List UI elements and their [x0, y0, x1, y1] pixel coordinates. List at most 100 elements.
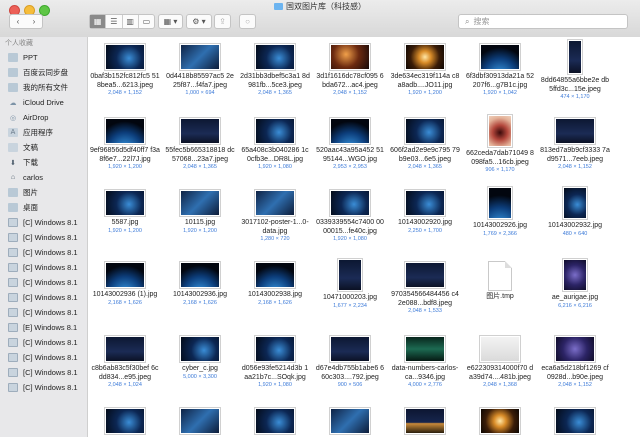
file-item[interactable]: 6f3dbf30913da21a 52207f6...g7B1c.jpg 1,92… — [465, 39, 535, 97]
sidebar-item[interactable]: [C] Windows 8.1 — [0, 290, 87, 305]
file-item[interactable]: 55fec5b665318818 dc57068...23a7.jpeg 2,04… — [165, 113, 235, 171]
file-item[interactable]: 3de634ec319f114a c8a8adb....JO11.jpg 1,92… — [390, 39, 460, 97]
file-name: 10143002936 (1).jpg — [92, 291, 158, 298]
file-name: 9ef96856d5df40ff7 f3a8f6e7...22l7J.jpg — [90, 147, 160, 163]
file-item[interactable]: 3017102-poster-1...0-data.jpg 1,280 × 720 — [240, 185, 310, 243]
column-view-button[interactable]: ▥ — [123, 15, 139, 28]
file-item[interactable] — [90, 403, 160, 435]
icon-view-button[interactable]: ▦ — [90, 15, 107, 28]
file-item[interactable]: 970354566484456 c42e088...bdf8.jpeg 2,048… — [390, 257, 460, 315]
sidebar-item[interactable]: [C] Windows 8.1 — [0, 350, 87, 365]
file-item[interactable]: ae_aurigae.jpg 6,216 × 6,216 — [540, 257, 610, 310]
file-thumbnail — [179, 189, 221, 217]
sidebar-item[interactable]: ☁ iCloud Drive — [0, 95, 87, 110]
sidebar-item[interactable]: [C] Windows 8.1 — [0, 305, 87, 320]
file-item[interactable]: 2d31bb3dbef5c3a1 8d981fb...5ce3.jpeg 2,04… — [240, 39, 310, 97]
file-item[interactable]: e622309314000f70 da39d74....481b.jpeg 2,0… — [465, 331, 535, 389]
file-item[interactable]: eca6a5d218bf1269 cf0928d...b90e.jpeg 2,04… — [540, 331, 610, 389]
window-title: 国双图片库（科技感） — [0, 2, 640, 12]
file-thumbnail — [337, 258, 363, 292]
file-item[interactable]: 0339339554c7400 0000015...fe40c.jpg 1,920… — [315, 185, 385, 243]
file-name: 0d4418b85597ac5 2e25f87...f4fa7.jpeg — [166, 73, 234, 89]
sidebar-item-label: [C] Windows 8.1 — [23, 218, 78, 227]
list-view-button[interactable]: ☰ — [106, 15, 123, 28]
arrange-button[interactable]: ▦ ▾ — [158, 14, 183, 29]
file-item[interactable] — [240, 403, 310, 435]
file-dimensions: 2,048 × 1,152 — [333, 90, 367, 96]
file-item[interactable]: 10143002938.jpg 2,168 × 1,626 — [240, 257, 310, 307]
file-item[interactable]: 8dd64855a6bbe2e db5ffd3c...15e.jpeg 474 ×… — [540, 39, 610, 101]
file-item[interactable]: 5587.jpg 1,920 × 1,200 — [90, 185, 160, 235]
file-name: e622309314000f70 da39d74....481b.jpeg — [466, 365, 534, 381]
file-item[interactable]: c8b6ab83c5f30bef 6cdd834...e95.jpeg 2,048… — [90, 331, 160, 389]
file-item[interactable]: 图片.tmp — [465, 257, 535, 302]
search-placeholder: 搜索 — [473, 17, 490, 26]
file-item[interactable]: 10143002926.jpg 1,769 × 2,366 — [465, 185, 535, 238]
sidebar-item[interactable]: PPT — [0, 50, 87, 65]
file-item[interactable]: 65a408c3b040286 1c0cfb3e...DR8L.jpg 1,920… — [240, 113, 310, 171]
file-thumbnail — [179, 407, 221, 435]
file-item[interactable]: 606f2ad2e9e9c795 79b9e03...6e5.jpeg 2,048… — [390, 113, 460, 171]
file-item[interactable]: 9ef96856d5df40ff7 f3a8f6e7...22l7J.jpg 1,… — [90, 113, 160, 171]
file-item[interactable]: cyber_c.jpg 5,000 × 3,300 — [165, 331, 235, 381]
file-name: 10143002936.jpg — [172, 291, 228, 298]
sidebar-item[interactable]: 我的所有文件 — [0, 80, 87, 95]
file-item[interactable] — [465, 403, 535, 435]
tag-button[interactable]: ○ — [239, 14, 256, 29]
sidebar-item[interactable]: [C] Windows 8.1 — [0, 275, 87, 290]
sidebar-item[interactable]: ⬇ 下载 — [0, 155, 87, 170]
file-item[interactable]: d67e4db755b1abe6 660c303....792.jpeg 900 … — [315, 331, 385, 389]
sidebar-item[interactable]: [C] Windows 8.1 — [0, 260, 87, 275]
file-name: 8dd64855a6bbe2e db5ffd3c...15e.jpeg — [540, 77, 610, 93]
file-item[interactable] — [315, 403, 385, 435]
sidebar-item[interactable]: [E] Windows 8.1 — [0, 320, 87, 335]
file-item[interactable]: 10471000203.jpg 1,677 × 2,234 — [315, 257, 385, 310]
sidebar-item[interactable]: [C] Windows 8.1 — [0, 365, 87, 380]
file-item[interactable] — [540, 403, 610, 435]
file-item[interactable]: data-numbers-carlos-ca...9346.jpg 4,000 ×… — [390, 331, 460, 389]
sidebar-item[interactable]: [C] Windows 8.1 — [0, 215, 87, 230]
file-item[interactable]: 10143002920.jpg 2,250 × 1,700 — [390, 185, 460, 235]
file-dimensions: 474 × 1,170 — [560, 94, 590, 100]
file-item[interactable]: 10115.jpg 1,920 × 1,200 — [165, 185, 235, 235]
sidebar-item[interactable]: ◎ AirDrop — [0, 110, 87, 125]
sidebar-item[interactable]: 图片 — [0, 185, 87, 200]
disk-icon — [8, 278, 18, 287]
back-button[interactable]: ‹ — [10, 17, 26, 26]
file-item[interactable]: 0baf3b152fc812fc5 518bea5...6213.jpeg 2,0… — [90, 39, 160, 97]
file-thumbnail — [404, 335, 446, 363]
file-item[interactable]: 0d4418b85597ac5 2e25f87...f4fa7.jpeg 1,00… — [165, 39, 235, 97]
share-button[interactable]: ⇪ — [214, 14, 231, 29]
file-name: data-numbers-carlos-ca...9346.jpg — [391, 365, 459, 381]
file-name: 2d31bb3dbef5c3a1 8d981fb...5ce3.jpeg — [240, 73, 310, 89]
file-thumbnail — [254, 261, 296, 289]
file-item[interactable]: 662ceda7dab71049 8098fa5...16cb.jpeg 906 … — [465, 113, 535, 174]
forward-button[interactable]: › — [26, 17, 42, 26]
disk-icon — [8, 293, 18, 302]
file-item[interactable]: 3d1f1616dc78cf095 6bda672...ac4.jpeg 2,04… — [315, 39, 385, 97]
file-item[interactable]: d056e93fe5214d3b 1aa21b7c...SOqk.jpg 1,92… — [240, 331, 310, 389]
file-item[interactable] — [165, 403, 235, 435]
gallery-view-button[interactable]: ▭ — [139, 15, 154, 28]
sidebar-item[interactable]: [C] Windows 8.1 — [0, 380, 87, 395]
sidebar-item-label: [C] Windows 8.1 — [23, 278, 78, 287]
file-item[interactable]: 520aac43a95a452 5195144...WGO.jpg 2,953 ×… — [315, 113, 385, 171]
sidebar-item[interactable]: A 应用程序 — [0, 125, 87, 140]
sidebar-item[interactable]: 百度云同步盘 — [0, 65, 87, 80]
sidebar-item[interactable]: ⌂ carlos — [0, 170, 87, 185]
sidebar-item[interactable]: 桌面 — [0, 200, 87, 215]
file-item[interactable] — [390, 403, 460, 435]
sidebar-item[interactable]: [C] Windows 8.1 — [0, 335, 87, 350]
file-item[interactable]: 10143002936.jpg 2,168 × 1,626 — [165, 257, 235, 307]
disk-icon — [8, 308, 18, 317]
file-item[interactable]: 813ed7a9b9cf3333 7ad9571...7eeb.jpeg 2,04… — [540, 113, 610, 171]
sidebar-item[interactable]: [C] Windows 8.1 — [0, 245, 87, 260]
file-item[interactable]: 10143002936 (1).jpg 2,168 × 1,626 — [90, 257, 160, 307]
sidebar-item-label: 下载 — [23, 158, 38, 167]
file-item[interactable]: 10143002932.jpg 480 × 640 — [540, 185, 610, 238]
sidebar-item[interactable]: [C] Windows 8.1 — [0, 230, 87, 245]
file-dimensions: 1,920 × 1,200 — [108, 227, 142, 234]
action-gear-button[interactable]: ⚙ ▾ — [186, 14, 212, 29]
sidebar-item[interactable]: 文稿 — [0, 140, 87, 155]
search-field[interactable]: ⌕ 搜索 — [458, 14, 628, 29]
